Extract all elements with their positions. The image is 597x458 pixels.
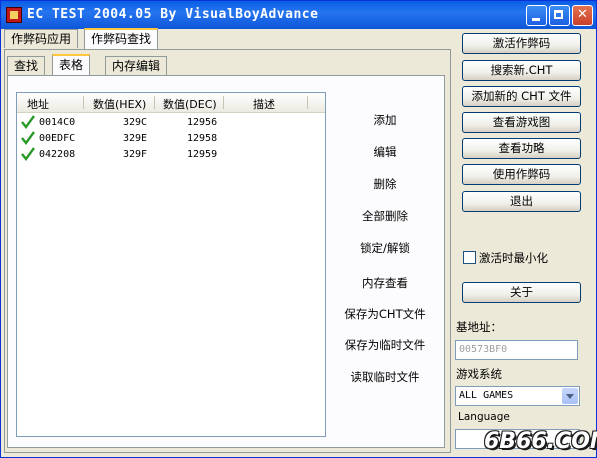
window-title: EC TEST 2004.05 By VisualBoyAdvance [27, 7, 319, 22]
cell-address: 0014C0 [39, 117, 76, 128]
close-icon[interactable] [572, 5, 593, 26]
minimize-icon[interactable] [526, 5, 547, 26]
table-row[interactable]: 00EDFC 329E 12958 [19, 131, 319, 148]
cell-address: 00EDFC [39, 133, 76, 144]
tab-memory-edit[interactable]: 内存编辑 [105, 56, 168, 76]
game-system-select[interactable]: ALL GAMES [455, 386, 580, 406]
column-divider[interactable] [307, 96, 308, 109]
view-game-image-button[interactable]: 查看游戏图 [462, 112, 581, 133]
col-dec[interactable]: 数值(DEC) [163, 96, 217, 112]
cell-dec: 12956 [187, 117, 218, 128]
about-button[interactable]: 关于 [462, 282, 581, 303]
table-row[interactable]: 0014C0 329C 12956 [19, 115, 319, 132]
lock-unlock-button[interactable]: 锁定/解锁 [325, 240, 445, 256]
column-divider[interactable] [154, 96, 155, 109]
delete-button[interactable]: 删除 [325, 176, 445, 192]
cell-address: 042208 [39, 149, 76, 160]
cell-dec: 12959 [187, 149, 218, 160]
table-header: 地址 数值(HEX) 数值(DEC) 描述 [17, 93, 325, 113]
watermark-logo: 6B66.COM [484, 429, 597, 454]
col-address[interactable]: 地址 [27, 96, 49, 112]
game-system-value: ALL GAMES [459, 390, 514, 401]
cell-hex: 329E [123, 133, 148, 144]
base-address-label: 基地址： [456, 320, 502, 334]
tab-cheat-search[interactable]: 作弊码查找 [84, 28, 159, 50]
cell-hex: 329F [123, 149, 148, 160]
tab-table[interactable]: 表格 [52, 54, 91, 76]
view-guide-button[interactable]: 查看功略 [462, 138, 581, 159]
tab-cheat-apply[interactable]: 作弊码应用 [4, 29, 79, 48]
save-temp-button[interactable]: 保存为临时文件 [325, 337, 445, 353]
col-hex[interactable]: 数值(HEX) [93, 96, 146, 112]
delete-all-button[interactable]: 全部删除 [325, 208, 445, 224]
app-icon[interactable] [6, 7, 22, 23]
memory-view-button[interactable]: 内存查看 [325, 275, 445, 291]
minimize-on-activate-label: 激活时最小化 [479, 251, 548, 265]
chevron-down-icon[interactable] [562, 388, 578, 404]
use-cheat-button[interactable]: 使用作弊码 [462, 164, 581, 185]
column-divider[interactable] [83, 96, 84, 109]
load-temp-button[interactable]: 读取临时文件 [325, 369, 445, 385]
title-bar[interactable]: EC TEST 2004.05 By VisualBoyAdvance [1, 1, 596, 29]
main-window: EC TEST 2004.05 By VisualBoyAdvance 作弊码应… [0, 0, 597, 458]
tab-search[interactable]: 查找 [7, 56, 46, 76]
cheat-table[interactable]: 地址 数值(HEX) 数值(DEC) 描述 0014C0 329C 12956 … [16, 92, 326, 437]
language-label: Language [458, 411, 510, 423]
minimize-on-activate-checkbox[interactable] [463, 251, 476, 264]
maximize-icon[interactable] [549, 5, 570, 26]
checkmark-icon[interactable] [21, 147, 35, 161]
col-description[interactable]: 描述 [253, 96, 275, 112]
add-cht-file-button[interactable]: 添加新的 CHT 文件 [462, 86, 581, 107]
cell-hex: 329C [123, 117, 148, 128]
game-system-label: 游戏系统 [456, 367, 502, 381]
exit-button[interactable]: 退出 [462, 191, 581, 212]
table-row[interactable]: 042208 329F 12959 [19, 147, 319, 164]
activate-cheat-button[interactable]: 激活作弊码 [462, 33, 581, 54]
save-cht-button[interactable]: 保存为CHT文件 [325, 306, 445, 322]
add-button[interactable]: 添加 [325, 112, 445, 128]
column-divider[interactable] [223, 96, 224, 109]
cell-dec: 12958 [187, 133, 218, 144]
edit-button[interactable]: 编辑 [325, 144, 445, 160]
base-address-field[interactable]: 00573BF0 [455, 340, 578, 360]
checkmark-icon[interactable] [21, 115, 35, 129]
search-cht-button[interactable]: 搜索新.CHT [462, 60, 581, 81]
checkmark-icon[interactable] [21, 131, 35, 145]
